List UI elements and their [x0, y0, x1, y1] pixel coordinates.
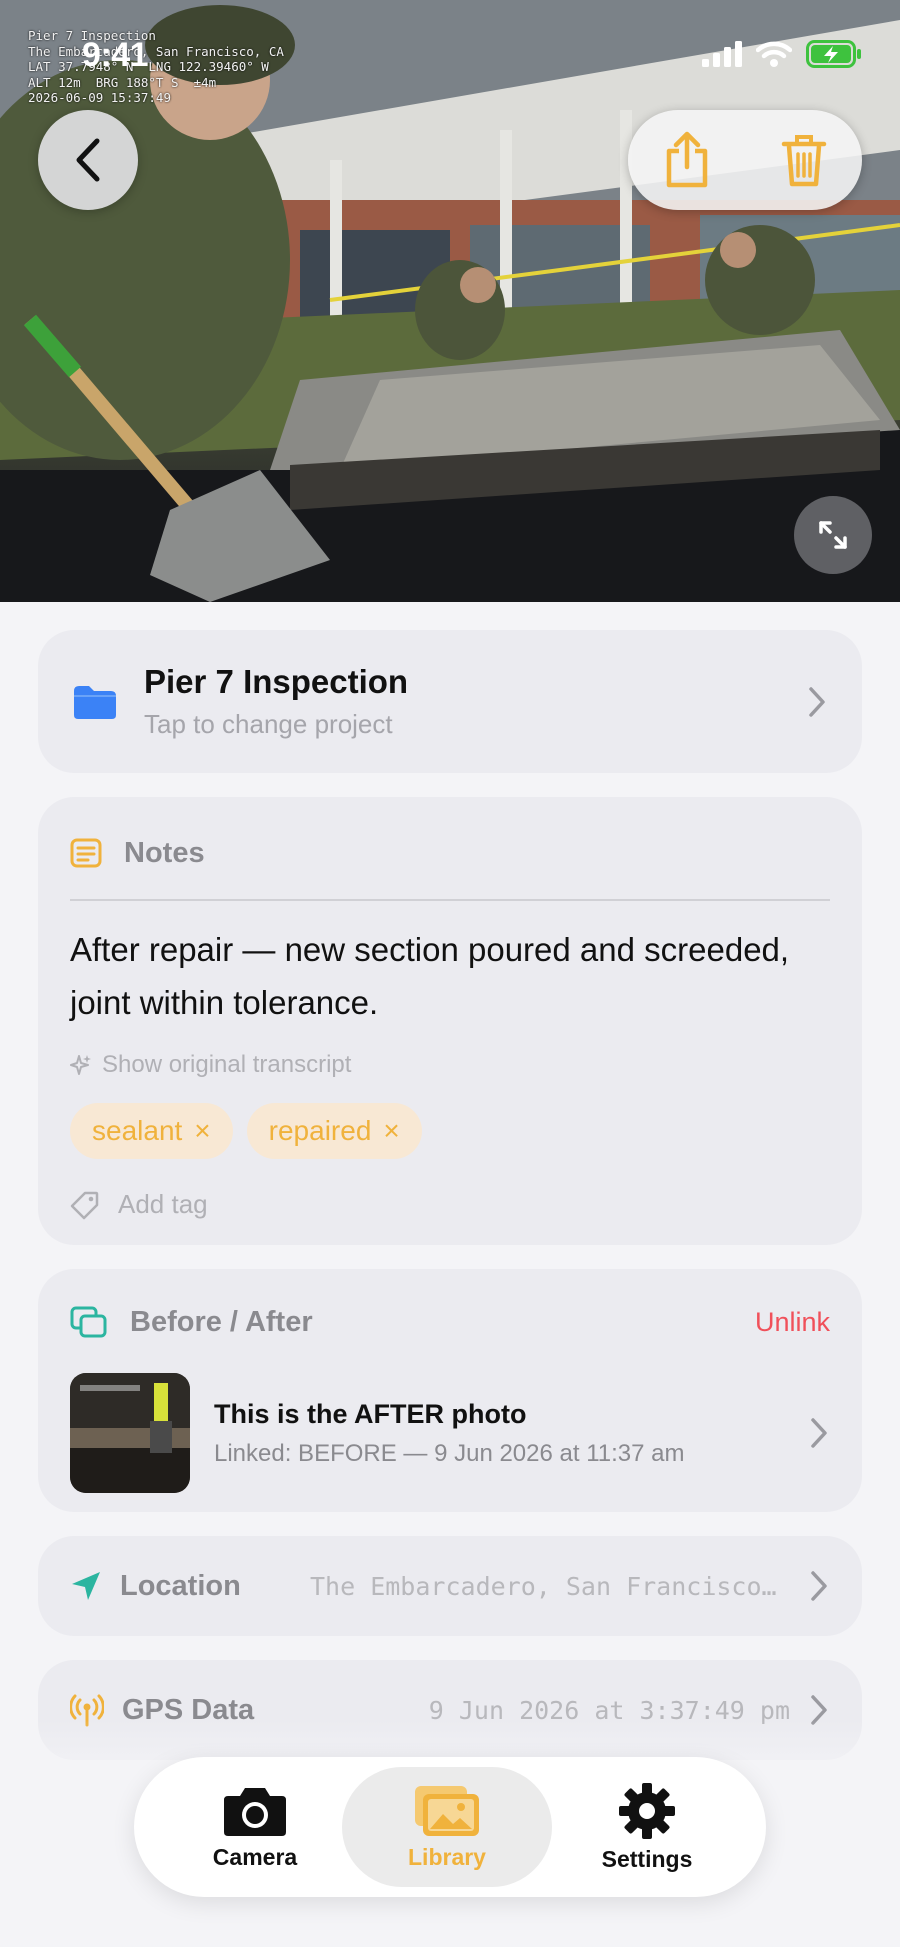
- location-label: Location: [120, 1569, 241, 1602]
- overlay-line: LAT 37.7948° N LNG 122.39460° W: [28, 59, 269, 74]
- tag-label: sealant: [92, 1115, 183, 1146]
- overlay-line: Pier 7 Inspection: [28, 28, 156, 43]
- tab-library[interactable]: Library: [342, 1767, 552, 1887]
- photos-icon: [415, 1785, 479, 1836]
- notes-header: Notes: [70, 827, 830, 879]
- project-title: Pier 7 Inspection: [144, 663, 409, 700]
- thumbnail-image: [70, 1373, 190, 1493]
- location-row[interactable]: Location The Embarcadero, San Francisco,…: [38, 1536, 862, 1636]
- tag-list: sealant × repaired ×: [70, 1103, 830, 1159]
- tab-bar: Camera Library Settings: [134, 1757, 766, 1897]
- chevron-left-icon: [76, 138, 100, 182]
- tag-chip[interactable]: repaired ×: [246, 1103, 422, 1159]
- overlay-line: 2026-06-09 15:37:49: [28, 90, 171, 105]
- show-transcript-link[interactable]: Show original transcript: [70, 1051, 830, 1079]
- tag-label: repaired: [268, 1115, 372, 1146]
- expand-icon: [819, 521, 847, 549]
- tag-icon: [70, 1191, 99, 1219]
- sparkle-icon: [70, 1055, 91, 1075]
- unlink-button[interactable]: Unlink: [755, 1307, 830, 1338]
- tab-label: Library: [408, 1843, 486, 1870]
- add-tag-label: Add tag: [118, 1189, 208, 1219]
- share-icon[interactable]: [663, 131, 711, 189]
- cellular-signal-icon: [702, 41, 742, 67]
- battery-charging-icon: [806, 40, 861, 68]
- folder-icon: [74, 685, 116, 719]
- overlay-line: The Embarcadero, San Francisco, CA: [28, 43, 284, 59]
- notes-card: Notes After repair — new section poured …: [38, 797, 862, 1245]
- tab-camera[interactable]: Camera: [150, 1767, 360, 1887]
- tab-label: Camera: [212, 1843, 298, 1870]
- gear-icon: [619, 1782, 675, 1839]
- location-arrow-icon: [72, 1572, 100, 1600]
- overlay-line: ALT 12m BRG 188°T S ±4m: [28, 74, 217, 90]
- chevron-right-icon: [811, 1418, 827, 1448]
- before-after-header: Before / After Unlink: [70, 1299, 830, 1345]
- photo-actions: [628, 110, 862, 210]
- linked-photos-icon: [70, 1306, 107, 1338]
- before-after-card: Before / After Unlink This is the AFTER …: [38, 1269, 862, 1512]
- trash-icon[interactable]: [780, 132, 828, 188]
- back-button[interactable]: [38, 110, 138, 210]
- status-icons: [702, 40, 862, 68]
- project-texts: Pier 7 Inspection Tap to change project: [144, 663, 806, 740]
- notes-text[interactable]: After repair — new section poured and sc…: [70, 923, 830, 1029]
- add-tag-button[interactable]: Add tag: [70, 1189, 830, 1220]
- chevron-right-icon: [809, 686, 825, 717]
- remove-tag-icon[interactable]: ×: [194, 1115, 210, 1147]
- tag-chip[interactable]: sealant ×: [70, 1103, 233, 1159]
- linked-photo-texts: This is the AFTER photo Linked: BEFORE —…: [214, 1399, 808, 1468]
- before-after-label: Before / After: [130, 1305, 313, 1338]
- location-value: The Embarcadero, San Francisco, CA: [310, 1571, 790, 1601]
- notes-divider: [70, 899, 830, 901]
- camera-icon: [224, 1787, 286, 1836]
- wifi-icon: [756, 41, 792, 67]
- notes-icon: [70, 838, 102, 868]
- expand-photo-button[interactable]: [794, 496, 872, 574]
- project-subtitle: Tap to change project: [144, 709, 393, 739]
- photo-viewer[interactable]: Pier 7 Inspection The Embarcadero, San Fr…: [0, 0, 900, 602]
- chevron-right-icon: [811, 1571, 827, 1601]
- before-photo-thumbnail: [70, 1373, 190, 1493]
- tab-label: Settings: [601, 1845, 693, 1872]
- remove-tag-icon[interactable]: ×: [383, 1115, 399, 1147]
- project-selector[interactable]: Pier 7 Inspection Tap to change project: [38, 630, 862, 773]
- photo-metadata-overlay: Pier 7 Inspection The Embarcadero, San Fr…: [28, 28, 284, 106]
- linked-photo-row[interactable]: This is the AFTER photo Linked: BEFORE —…: [70, 1373, 830, 1493]
- status-time: 9:41: [82, 36, 149, 74]
- tab-settings[interactable]: Settings: [542, 1767, 752, 1887]
- show-transcript-label: Show original transcript: [102, 1051, 352, 1078]
- linked-photo-title: This is the AFTER photo: [214, 1398, 527, 1429]
- linked-photo-subtitle: Linked: BEFORE — 9 Jun 2026 at 11:37 am: [214, 1439, 685, 1467]
- notes-label: Notes: [124, 836, 205, 869]
